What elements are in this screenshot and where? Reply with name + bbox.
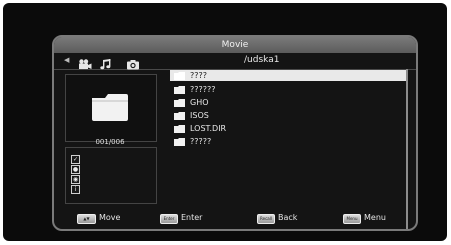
music-note-icon[interactable] — [100, 55, 112, 74]
file-list: ???? ?????? GHO ISOS LOST.DIR ????? — [170, 70, 406, 220]
folder-icon — [174, 99, 185, 110]
file-name: LOST.DIR — [190, 124, 227, 133]
list-item[interactable]: LOST.DIR — [170, 123, 406, 134]
film-camera-icon[interactable] — [78, 55, 92, 74]
disc-icon: ◉ — [71, 175, 80, 184]
file-name: ????? — [190, 137, 212, 146]
file-name: ?????? — [190, 85, 216, 94]
back-label: Back — [278, 213, 298, 222]
enter-key-icon: Enter — [160, 214, 178, 224]
list-item[interactable]: ????? — [170, 136, 406, 147]
file-name: ???? — [190, 71, 207, 80]
movie-browser-panel: Movie ◀ /udska1 001/006 ✓ ● ◉ i ???? ???… — [52, 35, 418, 231]
folder-icon — [174, 125, 185, 136]
camera-icon[interactable] — [126, 55, 140, 74]
recall-key-icon: Recall — [257, 214, 275, 224]
folder-preview — [65, 74, 157, 142]
info-icon: i — [71, 185, 80, 194]
list-item[interactable]: ISOS — [170, 110, 406, 121]
folder-icon — [174, 86, 185, 97]
menu-label: Menu — [364, 213, 386, 222]
list-item[interactable]: GHO — [170, 97, 406, 108]
file-name: GHO — [190, 98, 209, 107]
window-title: Movie — [54, 37, 416, 53]
folder-icon — [174, 138, 185, 149]
tv-screen: Movie ◀ /udska1 001/006 ✓ ● ◉ i ???? ???… — [3, 3, 447, 241]
tab-left-arrow-icon[interactable]: ◀ — [64, 56, 69, 64]
list-item[interactable]: ???? — [170, 70, 406, 81]
menu-key-icon: Menu — [343, 214, 361, 224]
file-info-box: ✓ ● ◉ i — [65, 147, 157, 204]
file-counter: 001/006 — [95, 138, 125, 146]
media-tab-bar: ◀ /udska1 — [54, 53, 416, 70]
folder-icon — [90, 92, 130, 126]
folder-icon — [174, 112, 185, 123]
check-icon: ✓ — [71, 155, 80, 164]
enter-label: Enter — [181, 213, 203, 222]
up-down-key-icon: ▲▼ — [77, 214, 96, 224]
file-name: ISOS — [190, 111, 209, 120]
folder-icon — [174, 72, 185, 83]
button-hint-bar: ▲▼ Move Enter Enter Recall Back Menu Men… — [3, 211, 451, 225]
person-icon: ● — [71, 165, 80, 174]
current-path: /udska1 — [244, 55, 280, 65]
move-label: Move — [99, 213, 121, 222]
scrollbar[interactable] — [406, 69, 408, 229]
list-item[interactable]: ?????? — [170, 84, 406, 95]
